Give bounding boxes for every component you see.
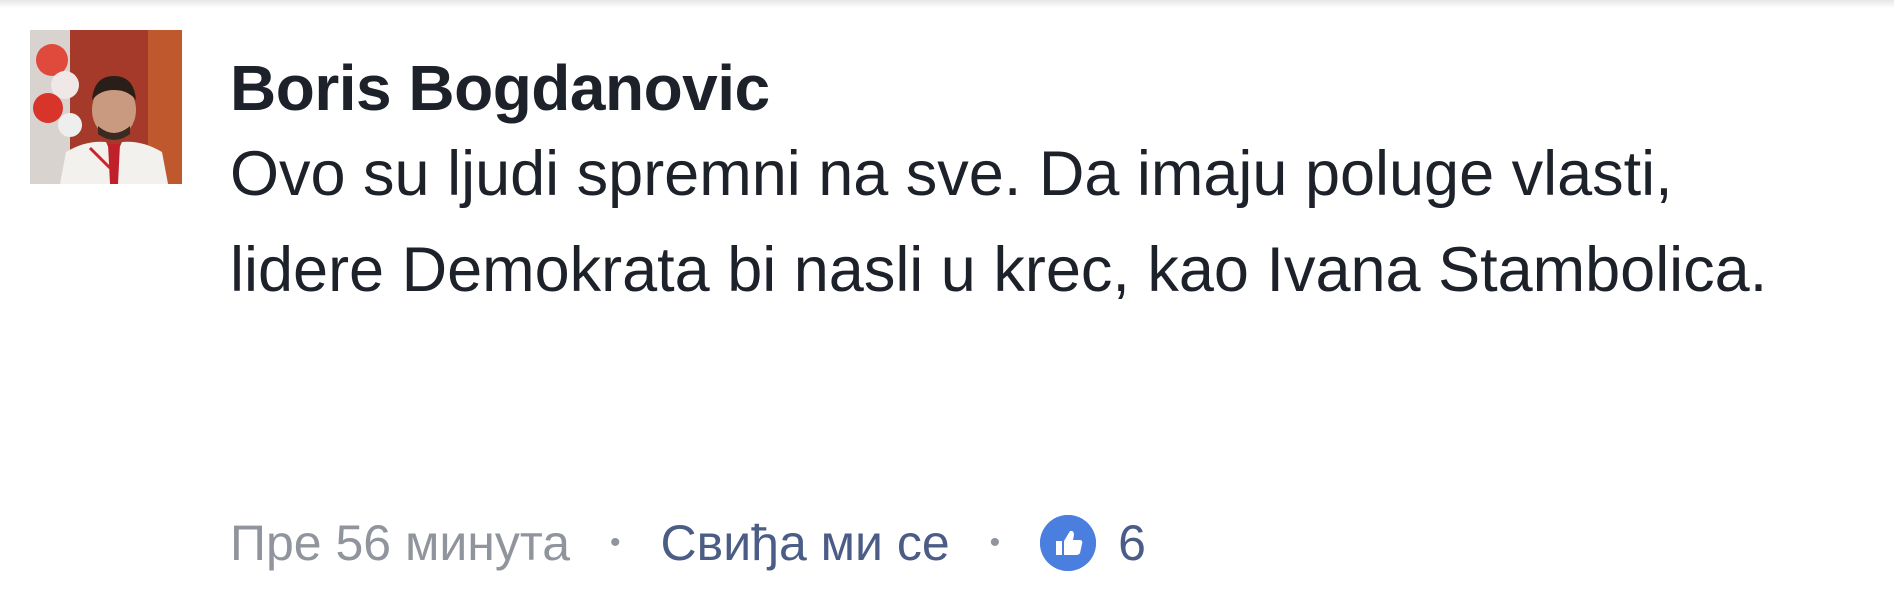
comment-body: Boris Bogdanovic Ovo su ljudi spremni na… bbox=[230, 50, 1850, 318]
separator-dot: • bbox=[610, 526, 621, 559]
thumbs-up-icon[interactable] bbox=[1040, 515, 1097, 571]
like-button[interactable]: Свиђа ми се bbox=[661, 514, 950, 572]
comment-author[interactable]: Boris Bogdanovic bbox=[230, 50, 1850, 126]
comment-timestamp[interactable]: Пре 56 минута bbox=[230, 514, 570, 572]
separator-dot: • bbox=[989, 526, 1001, 559]
comment-meta: Пре 56 минута • Свиђа ми се • 6 bbox=[230, 508, 1146, 578]
comment: Boris Bogdanovic Ovo su ljudi spremni na… bbox=[30, 30, 1860, 571]
comment-text: Ovo su ljudi spremni na sve. Da imaju po… bbox=[230, 139, 1768, 305]
avatar[interactable] bbox=[30, 30, 182, 184]
reaction-count[interactable]: 6 bbox=[1118, 514, 1146, 572]
top-divider bbox=[0, 0, 1894, 8]
